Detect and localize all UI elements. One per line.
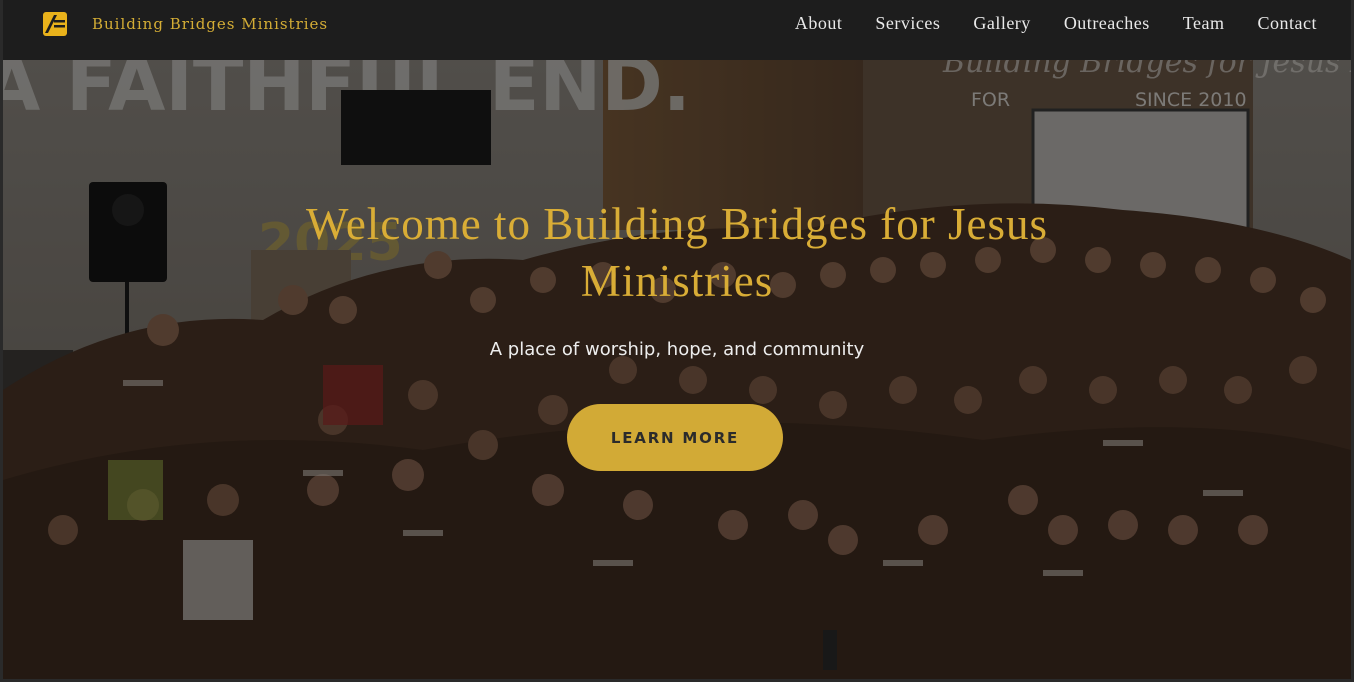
- nav-services[interactable]: Services: [875, 13, 940, 34]
- hero-subtitle: A place of worship, hope, and community: [489, 339, 865, 360]
- learn-more-button[interactable]: LEARN MORE: [567, 404, 783, 471]
- hero-section: A FAITHFUL END. Building Bridges for Jes…: [3, 60, 1351, 679]
- hero-title: Welcome to Building Bridges for Jesus Mi…: [305, 199, 1049, 306]
- site-header: Building Bridges Ministries About Servic…: [3, 0, 1351, 60]
- main-nav: About Services Gallery Outreaches Team C…: [762, 13, 1317, 34]
- nav-contact[interactable]: Contact: [1258, 13, 1318, 34]
- page: Building Bridges Ministries About Servic…: [3, 0, 1351, 679]
- nav-gallery[interactable]: Gallery: [973, 13, 1030, 34]
- nav-about[interactable]: About: [795, 13, 843, 34]
- bridge-logo-icon: [43, 12, 67, 36]
- browser-frame: Building Bridges Ministries About Servic…: [0, 0, 1354, 682]
- nav-team[interactable]: Team: [1183, 13, 1225, 34]
- hero-dark-overlay: [3, 60, 1351, 679]
- brand-name: Building Bridges Ministries: [92, 15, 329, 33]
- nav-outreaches[interactable]: Outreaches: [1064, 13, 1150, 34]
- brand[interactable]: Building Bridges Ministries: [43, 12, 328, 36]
